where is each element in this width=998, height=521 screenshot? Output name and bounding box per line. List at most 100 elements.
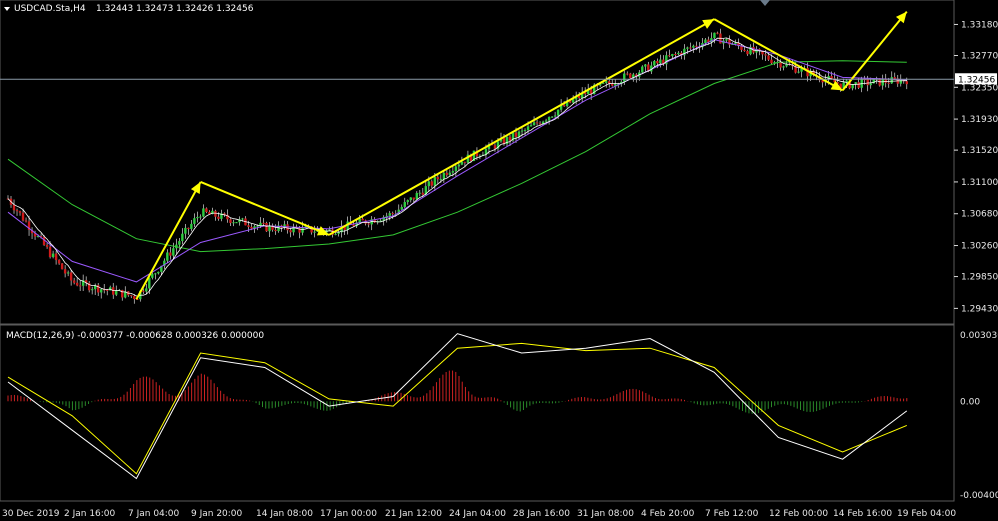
candle-body xyxy=(866,79,869,86)
trading-chart[interactable]: USDCAD.Sta,H4 1.32443 1.32473 1.32426 1.… xyxy=(0,0,998,521)
candle-body xyxy=(857,82,860,88)
candle-body xyxy=(743,49,746,51)
candle-body xyxy=(256,225,259,227)
price-tick: 1.31930 xyxy=(954,115,998,125)
candle-body xyxy=(764,54,767,56)
candle-body xyxy=(830,76,833,79)
candle-body xyxy=(361,218,364,221)
candle-body xyxy=(421,192,425,195)
time-tick: 21 Jan 12:00 xyxy=(385,509,442,519)
time-tick: 31 Jan 08:00 xyxy=(577,509,634,519)
price-tick: 1.29850 xyxy=(954,273,998,283)
time-tick: 30 Dec 2019 xyxy=(2,509,60,519)
candle-body xyxy=(460,161,464,165)
candle-body xyxy=(604,81,608,83)
macd-label: MACD(12,26,9) -0.000377 -0.000628 0.0003… xyxy=(6,331,264,341)
time-tick: 7 Feb 12:00 xyxy=(705,509,759,519)
candle-body xyxy=(60,263,64,270)
candle-body xyxy=(151,274,154,278)
candle-body xyxy=(265,223,268,232)
svg-text:1.29430: 1.29430 xyxy=(961,304,998,314)
candle-body xyxy=(535,122,539,124)
current-price-label: 1.32456 xyxy=(958,75,995,85)
candle-body xyxy=(415,193,419,200)
price-panel[interactable] xyxy=(0,0,955,325)
candle-body xyxy=(869,83,872,86)
price-tick: 1.31520 xyxy=(954,146,998,156)
candle-body xyxy=(668,55,671,57)
time-tick: 4 Feb 20:00 xyxy=(641,509,695,519)
candle-body xyxy=(90,289,94,291)
candle-body xyxy=(229,219,232,224)
svg-text:1.31520: 1.31520 xyxy=(961,146,998,156)
candle-body xyxy=(457,164,461,167)
candle-body xyxy=(905,81,908,85)
candle-body xyxy=(436,177,440,180)
price-axis: 1.33180 1.32770 1.32350 1.31930 1.31520 … xyxy=(954,20,998,314)
candle-body xyxy=(656,60,659,64)
candle-body xyxy=(427,181,431,187)
svg-text:1.31930: 1.31930 xyxy=(961,115,998,125)
candle-body xyxy=(172,248,175,256)
candle-body xyxy=(157,271,160,274)
symbol-label: USDCAD.Sta,H4 xyxy=(14,4,86,14)
price-tick: 1.31100 xyxy=(954,178,998,188)
candle-body xyxy=(686,47,689,49)
candle-body xyxy=(69,272,73,281)
price-tick: 1.32770 xyxy=(954,51,998,61)
candle-body xyxy=(367,223,370,225)
price-tick: 1.30260 xyxy=(954,242,998,252)
candle-body xyxy=(184,227,187,234)
candle-body xyxy=(289,230,292,233)
time-tick: 28 Jan 16:00 xyxy=(513,509,570,519)
candle-body xyxy=(716,32,719,34)
macd-panel[interactable] xyxy=(0,324,955,502)
candle-body xyxy=(538,123,542,125)
time-tick: 24 Jan 04:00 xyxy=(449,509,506,519)
candle-body xyxy=(526,126,530,131)
candle-body xyxy=(671,53,674,57)
candle-body xyxy=(767,55,770,60)
candle-body xyxy=(193,218,196,224)
candle-body xyxy=(629,73,632,79)
candle-body xyxy=(202,208,205,217)
candle-body xyxy=(313,231,316,233)
candle-body xyxy=(148,277,151,289)
candle-body xyxy=(142,290,145,292)
candle-body xyxy=(78,285,82,287)
time-tick: 9 Jan 20:00 xyxy=(191,509,243,519)
candle-body xyxy=(196,216,199,219)
macd-tick: 0.003036 xyxy=(960,331,998,341)
candle-body xyxy=(247,225,250,227)
candle-body xyxy=(21,212,25,221)
candle-body xyxy=(514,132,518,138)
time-tick: 14 Jan 08:00 xyxy=(256,509,313,519)
candle-body xyxy=(433,177,437,186)
price-tick: 1.29430 xyxy=(954,304,998,314)
svg-text:1.33180: 1.33180 xyxy=(961,20,998,30)
candle-body xyxy=(145,288,148,292)
candle-body xyxy=(695,45,698,47)
candle-body xyxy=(334,233,337,235)
candle-body xyxy=(713,32,716,39)
svg-text:1.30260: 1.30260 xyxy=(961,242,998,252)
candle-body xyxy=(214,210,217,217)
candle-body xyxy=(746,50,749,55)
candle-body xyxy=(178,241,181,245)
time-tick: 2 Jan 16:00 xyxy=(64,509,116,519)
candle-body xyxy=(18,211,22,213)
time-tick: 17 Jan 00:00 xyxy=(320,509,377,519)
time-tick: 14 Feb 16:00 xyxy=(833,509,892,519)
macd-axis: 0.003036 0.00 -0.004007 xyxy=(960,331,998,501)
candle-body xyxy=(45,244,49,247)
candle-body xyxy=(439,179,443,181)
candle-body xyxy=(881,79,884,86)
candle-body xyxy=(235,222,238,224)
candle-body xyxy=(54,253,58,261)
candle-body xyxy=(445,172,449,176)
candle-body xyxy=(890,77,893,84)
candle-body xyxy=(232,222,235,224)
time-tick: 19 Feb 04:00 xyxy=(897,509,956,519)
candle-body xyxy=(51,253,55,258)
candle-body xyxy=(641,66,644,73)
